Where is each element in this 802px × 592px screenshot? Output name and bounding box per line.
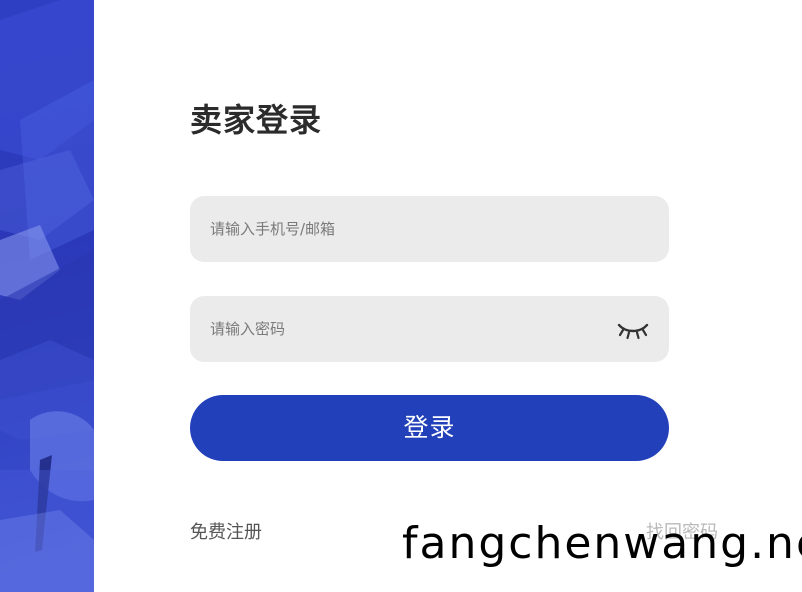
register-link[interactable]: 免费注册 xyxy=(190,518,262,544)
account-input[interactable] xyxy=(210,196,590,262)
password-field[interactable] xyxy=(190,296,669,362)
watermark-text: fangchenwang.net xyxy=(402,518,802,569)
side-photo-panel xyxy=(0,0,94,592)
forgot-password-link[interactable]: 找回密码 xyxy=(646,518,718,544)
eye-closed-icon[interactable] xyxy=(617,317,649,341)
side-photo-illustration xyxy=(0,0,94,592)
account-field[interactable] xyxy=(190,196,669,262)
login-button[interactable]: 登录 xyxy=(190,395,669,461)
password-input[interactable] xyxy=(210,296,590,362)
page-title: 卖家登录 xyxy=(190,101,323,139)
login-page: 卖家登录 登录 免费注册 找回密码 fangchenwang.net xyxy=(0,0,802,592)
